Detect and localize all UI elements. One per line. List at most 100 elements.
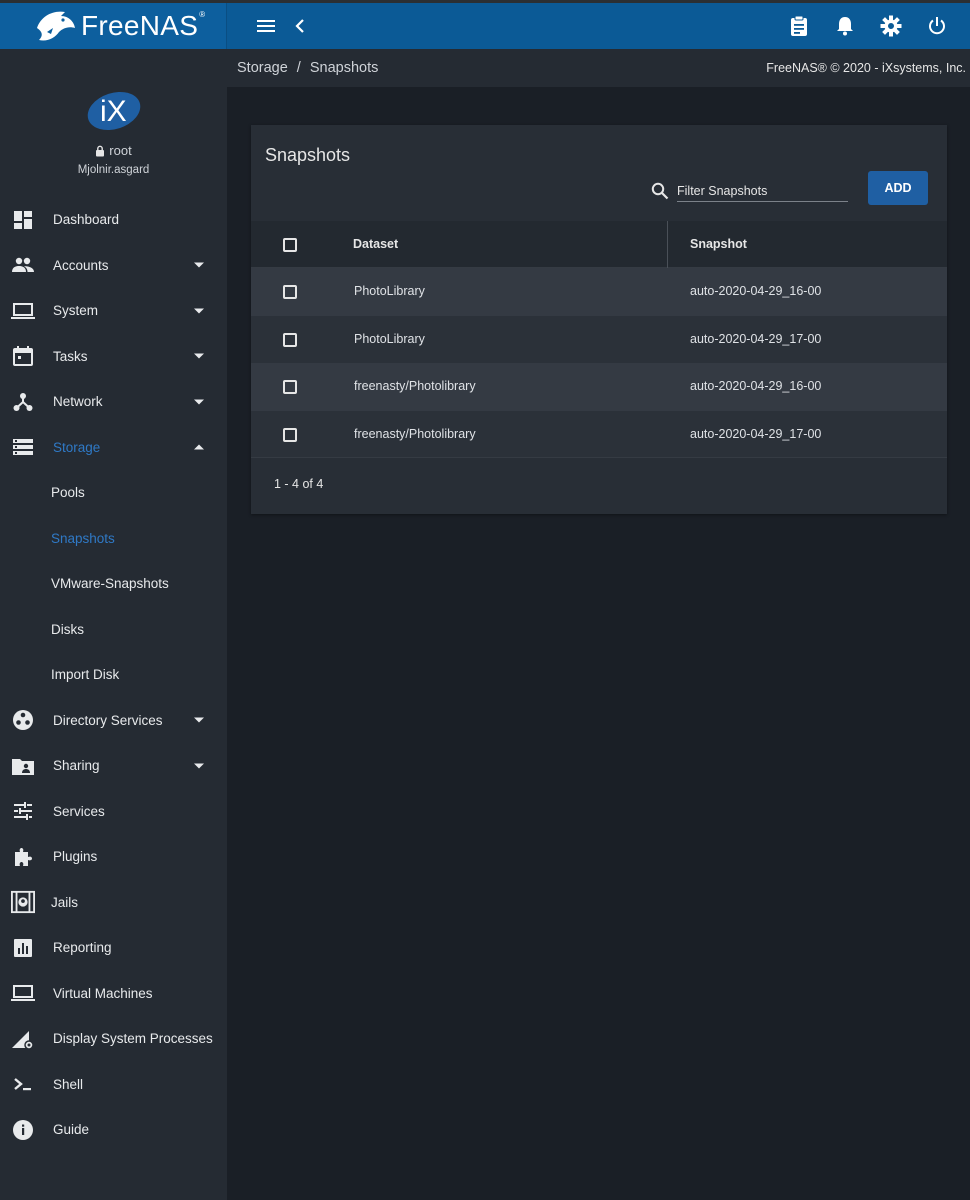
puzzle-icon xyxy=(11,845,35,869)
breadcrumb: Storage / Snapshots FreeNAS® © 2020 - iX… xyxy=(227,49,970,87)
dataset-cell: freenasty/Photolibrary xyxy=(354,379,476,393)
column-divider[interactable] xyxy=(667,221,668,268)
tune-icon xyxy=(11,799,35,823)
sidebar-item-system[interactable]: System xyxy=(0,288,227,334)
row-checkbox[interactable] xyxy=(283,380,297,394)
sidebar-item-virtual-machines[interactable]: Virtual Machines xyxy=(0,971,227,1017)
sidebar-item-import-disk[interactable]: Import Disk xyxy=(0,652,227,698)
settings-button[interactable] xyxy=(874,9,908,43)
sidebar-item-dashboard[interactable]: Dashboard xyxy=(0,197,227,243)
filter-snapshots-input[interactable] xyxy=(677,180,848,202)
sidebar-item-tasks[interactable]: Tasks xyxy=(0,334,227,380)
sidebar-item-sharing[interactable]: Sharing xyxy=(0,743,227,789)
column-header-dataset[interactable]: Dataset xyxy=(353,237,398,251)
column-header-snapshot[interactable]: Snapshot xyxy=(690,237,747,251)
network-icon xyxy=(11,390,35,414)
processes-icon xyxy=(11,1027,35,1051)
sidebar-item-network[interactable]: Network xyxy=(0,379,227,425)
user-profile: iX root Mjolnir.asgard xyxy=(0,49,227,199)
sidebar-item-vmware-snapshots[interactable]: VMware-Snapshots xyxy=(0,561,227,607)
top-bar: FreeNAS® xyxy=(0,0,970,49)
laptop-icon xyxy=(11,981,35,1005)
select-all-checkbox[interactable] xyxy=(283,238,297,252)
sidebar-item-pools[interactable]: Pools xyxy=(0,470,227,516)
row-checkbox[interactable] xyxy=(283,427,297,442)
menu-toggle-button[interactable] xyxy=(249,9,283,43)
sidebar-item-storage[interactable]: Storage xyxy=(0,425,227,471)
chevron-down-icon xyxy=(194,763,204,769)
jail-icon xyxy=(11,890,35,914)
sidebar-item-label: Shell xyxy=(53,1076,84,1092)
sidebar-item-label: Accounts xyxy=(53,257,109,273)
chevron-left-icon xyxy=(295,19,304,33)
sidebar-item-jails[interactable]: Jails xyxy=(0,880,227,926)
dataset-cell: freenasty/Photolibrary xyxy=(354,426,476,441)
brand-name: FreeNAS® xyxy=(81,10,206,41)
user-info: root xyxy=(95,143,132,158)
snapshot-cell: auto-2020-04-29_17-00 xyxy=(690,426,822,441)
chevron-down-icon xyxy=(194,399,204,405)
breadcrumb-separator: / xyxy=(296,60,301,76)
terminal-icon xyxy=(11,1072,35,1096)
table-footer: 1 - 4 of 4 xyxy=(251,457,947,514)
sidebar-item-shell[interactable]: Shell xyxy=(0,1062,227,1108)
power-icon xyxy=(929,17,945,35)
sidebar-item-snapshots[interactable]: Snapshots xyxy=(0,516,227,562)
alerts-button[interactable] xyxy=(828,9,862,43)
table-row[interactable]: freenasty/Photolibrary auto-2020-04-29_1… xyxy=(251,410,947,458)
sidebar-item-guide[interactable]: Guide xyxy=(0,1107,227,1153)
sidebar-item-label: Disks xyxy=(51,621,84,637)
chevron-down-icon xyxy=(194,262,204,268)
table-row[interactable]: freenasty/Photolibrary auto-2020-04-29_1… xyxy=(251,363,947,411)
sidebar-item-disks[interactable]: Disks xyxy=(0,607,227,653)
freenas-shark-icon xyxy=(37,11,75,41)
gear-icon xyxy=(880,15,902,37)
sidebar-item-reporting[interactable]: Reporting xyxy=(0,925,227,971)
breadcrumb-storage[interactable]: Storage xyxy=(237,60,288,76)
add-snapshot-button[interactable]: ADD xyxy=(868,171,928,205)
pagination-range: 1 - 4 of 4 xyxy=(274,477,324,491)
table-row[interactable]: PhotoLibrary auto-2020-04-29_16-00 xyxy=(251,268,947,316)
people-icon xyxy=(11,253,35,277)
chevron-up-icon xyxy=(194,444,204,450)
sidebar-item-label: Import Disk xyxy=(51,667,120,683)
hostname: Mjolnir.asgard xyxy=(77,164,150,176)
filter-box xyxy=(651,180,848,202)
sidebar-item-label: Dashboard xyxy=(53,212,120,228)
sidebar-item-label: Reporting xyxy=(53,940,112,956)
chart-icon xyxy=(11,936,35,960)
username: root xyxy=(109,143,132,158)
sidebar-item-label: Virtual Machines xyxy=(53,985,153,1001)
clipboard-icon xyxy=(791,15,807,36)
sidebar-item-label: System xyxy=(53,303,99,319)
sidebar-item-accounts[interactable]: Accounts xyxy=(0,243,227,289)
sidebar-item-label: Plugins xyxy=(53,849,98,865)
sidebar-item-services[interactable]: Services xyxy=(0,789,227,835)
folder-shared-icon xyxy=(11,754,35,778)
collapse-sidebar-button[interactable] xyxy=(283,9,317,43)
info-icon xyxy=(11,1118,35,1142)
sidebar-item-label: Snapshots xyxy=(51,530,115,546)
directory-icon xyxy=(11,708,35,732)
power-button[interactable] xyxy=(920,9,954,43)
sidebar-item-directory-services[interactable]: Directory Services xyxy=(0,698,227,744)
sidebar-item-plugins[interactable]: Plugins xyxy=(0,834,227,880)
snapshot-cell: auto-2020-04-29_16-00 xyxy=(690,284,822,298)
lock-icon xyxy=(96,145,105,156)
svg-text:iX: iX xyxy=(100,95,127,128)
storage-icon xyxy=(11,435,35,459)
table-row[interactable]: PhotoLibrary auto-2020-04-29_17-00 xyxy=(251,315,947,363)
row-checkbox[interactable] xyxy=(283,285,297,299)
snapshot-cell: auto-2020-04-29_16-00 xyxy=(690,379,822,393)
breadcrumb-snapshots: Snapshots xyxy=(309,60,379,76)
sidebar-item-label: Jails xyxy=(51,894,79,910)
sidebar-item-display-system-processes[interactable]: Display System Processes xyxy=(0,1016,227,1062)
sidebar-item-label: VMware-Snapshots xyxy=(51,576,169,592)
laptop-icon xyxy=(11,299,35,323)
brand-logo[interactable]: FreeNAS® xyxy=(0,3,227,49)
sidebar: iX root Mjolnir.asgard Dashboard Account… xyxy=(0,49,227,1200)
task-manager-button[interactable] xyxy=(782,9,816,43)
row-checkbox[interactable] xyxy=(283,332,297,347)
sidebar-item-label: Pools xyxy=(51,485,85,501)
sidebar-item-label: Network xyxy=(53,394,103,410)
